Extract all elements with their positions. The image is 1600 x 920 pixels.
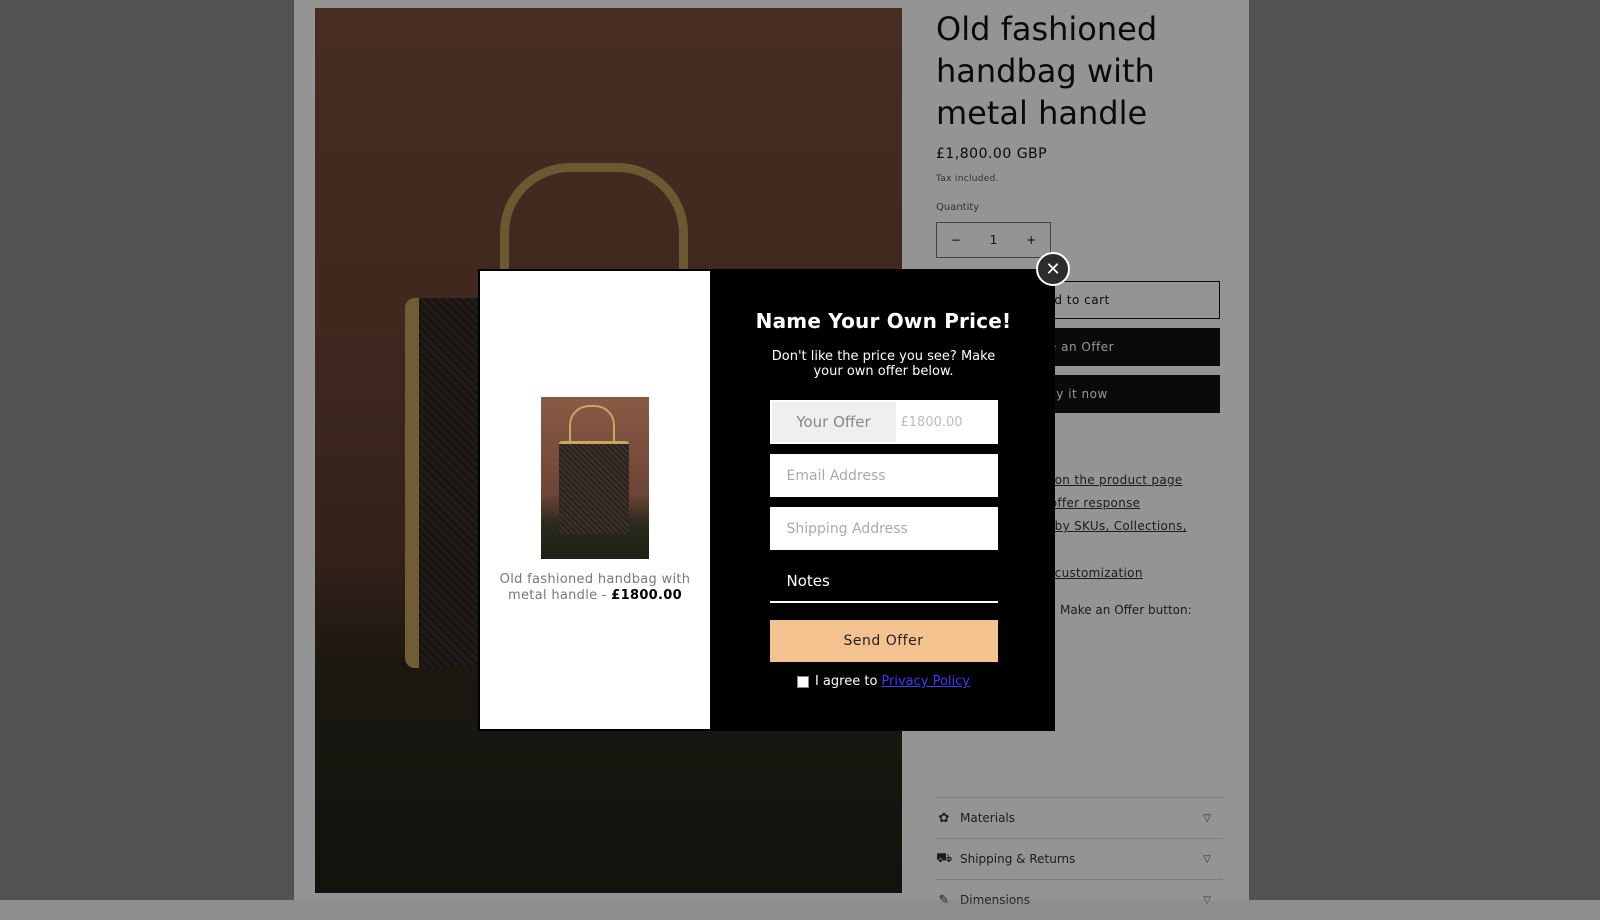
offer-label: Your Offer bbox=[771, 402, 896, 442]
offer-input[interactable]: £1800.00 bbox=[895, 402, 996, 442]
offer-field: Your Offer £1800.00 bbox=[769, 400, 998, 444]
shipping-address-field[interactable]: Shipping Address bbox=[769, 507, 998, 550]
privacy-policy-link[interactable]: Privacy Policy bbox=[881, 674, 970, 689]
close-icon[interactable]: ✕ bbox=[1036, 252, 1070, 286]
thumb-bag-shape bbox=[559, 440, 629, 534]
modal-subtitle: Don't like the price you see? Make your … bbox=[771, 349, 996, 379]
offer-modal: Old fashioned handbag with metal handle … bbox=[478, 269, 1055, 731]
send-offer-button[interactable]: Send Offer bbox=[769, 620, 998, 662]
agree-text: I agree to bbox=[814, 674, 878, 689]
notes-field[interactable]: Notes bbox=[769, 560, 998, 603]
modal-title: Name Your Own Price! bbox=[755, 309, 1012, 333]
modal-form-panel: Name Your Own Price! Don't like the pric… bbox=[712, 269, 1055, 731]
email-field[interactable]: Email Address bbox=[769, 454, 998, 497]
product-thumbnail bbox=[541, 396, 649, 559]
privacy-checkbox[interactable] bbox=[796, 675, 809, 688]
modal-product-panel: Old fashioned handbag with metal handle … bbox=[478, 269, 712, 731]
caption-price: £1800.00 bbox=[611, 587, 682, 603]
product-caption: Old fashioned handbag with metal handle … bbox=[495, 572, 695, 604]
privacy-agreement: I agree to Privacy Policy bbox=[796, 674, 970, 689]
